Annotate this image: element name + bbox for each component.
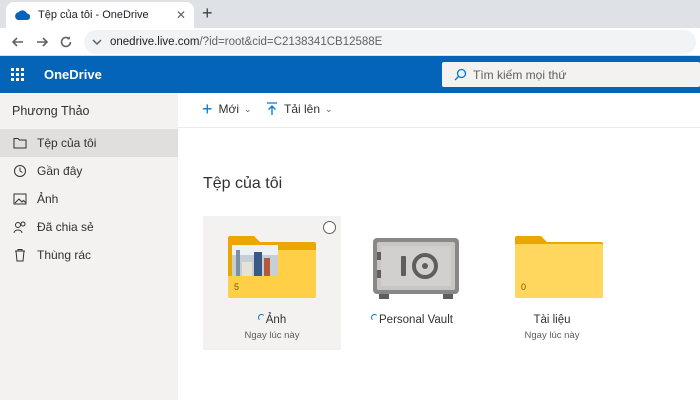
sidebar-item-label: Tệp của tôi [37, 136, 97, 150]
upload-icon [267, 102, 277, 115]
app-name[interactable]: OneDrive [44, 67, 102, 82]
site-info-icon [92, 39, 102, 46]
folder-tile-photos[interactable]: 5 Ảnh Ngay lúc này [203, 216, 341, 350]
sidebar-item-label: Thùng rác [37, 248, 92, 262]
vault-icon [373, 238, 459, 299]
url-path: /?id=root&cid=C2138341CB12588E [199, 36, 383, 48]
new-label: Mới [218, 102, 240, 116]
photo-folder-icon [228, 236, 316, 298]
tile-name-text: Ảnh [265, 314, 287, 326]
browser-toolbar: onedrive.live.com/?id=root&cid=C2138341C… [0, 28, 700, 56]
sidebar-item-recycle-bin[interactable]: Thùng rác [0, 241, 178, 269]
onedrive-cloud-icon [15, 10, 30, 20]
sidebar-item-shared[interactable]: Đã chia sẻ [0, 213, 178, 241]
search-icon [454, 68, 467, 81]
tile-modified: Ngay lúc này [524, 330, 580, 341]
sidebar-item-photos[interactable]: Ảnh [0, 185, 178, 213]
command-bar: + Mới ⌄ Tải lên ⌄ [178, 93, 700, 128]
sidebar-item-label: Đã chia sẻ [37, 220, 94, 234]
tile-name: Ảnh [203, 314, 341, 326]
back-button[interactable] [8, 32, 28, 52]
image-icon [12, 192, 27, 207]
url-host: onedrive.live.com [110, 36, 200, 48]
new-tab-button[interactable]: + [202, 3, 213, 24]
item-count: 5 [234, 282, 240, 292]
sidebar-item-label: Ảnh [37, 192, 59, 206]
forward-arrow-icon [37, 37, 49, 47]
forward-button[interactable] [32, 32, 52, 52]
app-header: OneDrive [0, 56, 700, 93]
tab-close-icon[interactable]: ✕ [176, 8, 186, 22]
app-launcher-icon[interactable] [11, 68, 24, 81]
search-input[interactable] [473, 67, 693, 82]
address-bar[interactable]: onedrive.live.com/?id=root&cid=C2138341C… [84, 30, 696, 54]
back-arrow-icon [11, 37, 23, 47]
upload-button[interactable]: Tải lên ⌄ [266, 102, 333, 116]
new-button[interactable]: + Mới ⌄ [202, 99, 252, 119]
sidebar-item-recent[interactable]: Gần đây [0, 157, 178, 185]
clock-icon [12, 164, 27, 179]
plus-icon: + [202, 99, 213, 119]
sidebar-item-my-files[interactable]: Tệp của tôi [0, 129, 178, 157]
browser-tab[interactable]: Tệp của tôi - OneDrive ✕ [6, 2, 194, 28]
tile-name: Personal Vault [343, 314, 481, 326]
chevron-down-icon: ⌄ [244, 103, 252, 114]
reload-button[interactable] [56, 32, 76, 52]
folder-icon [515, 236, 603, 298]
sidebar: Phương Thảo Tệp của tôi Gần đây Ảnh Đã c… [0, 93, 178, 400]
sync-spinner-icon [257, 314, 265, 321]
tile-name: Tài liệu [533, 314, 571, 326]
item-count: 0 [521, 282, 527, 292]
folder-tile-documents[interactable]: 0 Tài liệu Ngay lúc này [483, 216, 621, 350]
tile-modified: Ngay lúc này [244, 330, 300, 341]
user-name: Phương Thảo [12, 104, 90, 118]
upload-label: Tải lên [284, 102, 321, 116]
browser-tab-strip: Tệp của tôi - OneDrive ✕ + [0, 0, 700, 28]
select-checkbox[interactable] [323, 221, 336, 234]
sidebar-item-label: Gần đây [37, 164, 83, 178]
search-box[interactable] [442, 62, 700, 87]
tile-name-text: Personal Vault [379, 314, 453, 326]
tab-title: Tệp của tôi - OneDrive [38, 9, 149, 21]
folder-icon [12, 136, 27, 151]
sync-spinner-icon [371, 314, 379, 321]
reload-icon [60, 36, 72, 48]
people-icon [12, 220, 27, 235]
folder-tile-personal-vault[interactable]: Personal Vault [343, 216, 481, 350]
trash-icon [12, 248, 27, 263]
page-title: Tệp của tôi [203, 175, 283, 192]
chevron-down-icon: ⌄ [325, 103, 333, 114]
